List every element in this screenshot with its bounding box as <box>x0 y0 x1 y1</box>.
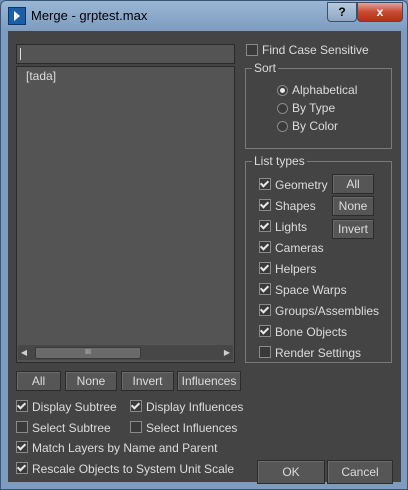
help-button[interactable]: ? <box>327 2 357 22</box>
select-influences-label: Select Influences <box>146 421 238 435</box>
display-influences-label: Display Influences <box>146 400 244 414</box>
cancel-button[interactable]: Cancel <box>327 460 393 484</box>
ok-button[interactable]: OK <box>257 460 325 484</box>
rescale-objects-label: Rescale Objects to System Unit Scale <box>32 462 235 476</box>
select-subtree-label: Select Subtree <box>32 421 111 435</box>
match-layers-label: Match Layers by Name and Parent <box>32 441 218 455</box>
object-list[interactable]: [tada] ◀ III ▶ <box>16 66 235 363</box>
select-influences-button[interactable]: Influences <box>177 371 241 391</box>
window-title: Merge - grptest.max <box>31 8 148 23</box>
scroll-right-icon[interactable]: ▶ <box>223 348 231 357</box>
lights-checkbox[interactable] <box>259 220 271 232</box>
list-types-group: List types Geometry Shapes Lights Camera… <box>245 154 392 363</box>
sort-alphabetical-radio[interactable] <box>277 85 288 96</box>
cameras-label: Cameras <box>275 241 324 255</box>
sort-group-title: Sort <box>252 61 279 75</box>
find-case-sensitive-checkbox[interactable] <box>246 44 258 56</box>
sort-by-type-radio[interactable] <box>277 103 288 114</box>
close-button[interactable]: x <box>357 2 403 22</box>
display-subtree-label: Display Subtree <box>32 400 117 414</box>
sort-by-type-label: By Type <box>292 101 336 115</box>
select-subtree-checkbox[interactable] <box>16 421 28 433</box>
find-case-sensitive-label: Find Case Sensitive <box>262 43 369 57</box>
rescale-objects-checkbox[interactable] <box>16 462 28 474</box>
app-icon <box>8 7 26 25</box>
render-settings-label: Render Settings <box>275 346 362 360</box>
scroll-left-icon[interactable]: ◀ <box>20 348 28 357</box>
sort-by-color-label: By Color <box>292 119 339 133</box>
scroll-thumb[interactable]: III <box>35 347 141 359</box>
text-caret <box>20 48 21 60</box>
select-all-button[interactable]: All <box>16 371 61 391</box>
geometry-checkbox[interactable] <box>259 178 271 190</box>
title-bar[interactable]: Merge - grptest.max ? x <box>1 1 407 29</box>
sort-by-color-radio[interactable] <box>277 121 288 132</box>
space-warps-checkbox[interactable] <box>259 283 271 295</box>
list-types-all-button[interactable]: All <box>332 174 374 194</box>
bone-objects-checkbox[interactable] <box>259 325 271 337</box>
display-influences-checkbox[interactable] <box>130 400 142 412</box>
select-influences-checkbox[interactable] <box>130 421 142 433</box>
select-invert-button[interactable]: Invert <box>121 371 174 391</box>
groups-assemblies-label: Groups/Assemblies <box>275 304 380 318</box>
bone-objects-label: Bone Objects <box>275 325 348 339</box>
cameras-checkbox[interactable] <box>259 241 271 253</box>
dialog-body: [tada] ◀ III ▶ Find Case Sensitive Sort … <box>8 31 401 484</box>
match-layers-checkbox[interactable] <box>16 441 28 453</box>
list-types-none-button[interactable]: None <box>332 196 374 216</box>
sort-group: Sort Alphabetical By Type By Color <box>245 61 392 149</box>
list-types-invert-button[interactable]: Invert <box>332 219 374 239</box>
merge-dialog: Merge - grptest.max ? x [tada] ◀ III ▶ F… <box>0 0 408 490</box>
display-subtree-checkbox[interactable] <box>16 400 28 412</box>
filter-input[interactable] <box>16 44 235 64</box>
list-types-title: List types <box>252 154 307 168</box>
shapes-label: Shapes <box>275 199 316 213</box>
helpers-label: Helpers <box>275 262 317 276</box>
shapes-checkbox[interactable] <box>259 199 271 211</box>
space-warps-label: Space Warps <box>275 283 347 297</box>
groups-assemblies-checkbox[interactable] <box>259 304 271 316</box>
lights-label: Lights <box>275 220 308 234</box>
horizontal-scrollbar[interactable]: ◀ III ▶ <box>18 345 233 360</box>
geometry-label: Geometry <box>275 178 328 192</box>
sort-alphabetical-label: Alphabetical <box>292 83 358 97</box>
render-settings-checkbox[interactable] <box>259 346 271 358</box>
list-item[interactable]: [tada] <box>26 69 56 83</box>
helpers-checkbox[interactable] <box>259 262 271 274</box>
select-none-button[interactable]: None <box>65 371 117 391</box>
